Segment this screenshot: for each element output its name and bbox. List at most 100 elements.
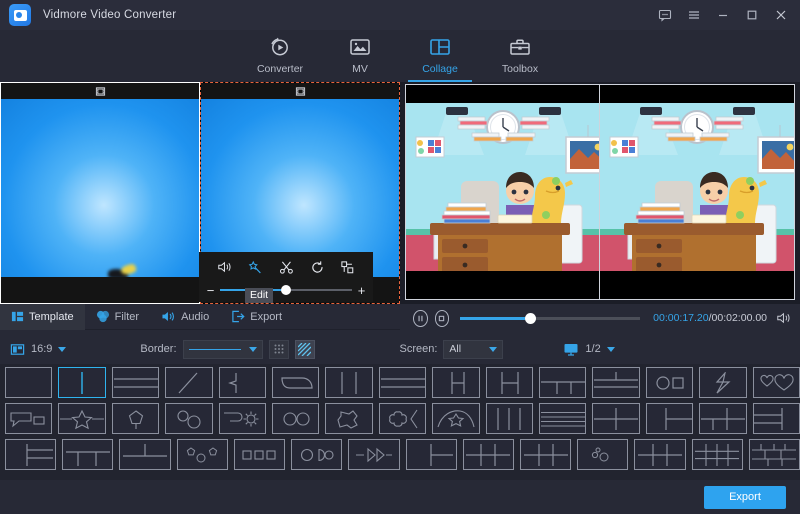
border-striped-pattern-button[interactable] bbox=[294, 339, 315, 359]
template-top-bottom-split[interactable] bbox=[539, 367, 587, 398]
template-two-top-one-bottom[interactable] bbox=[119, 439, 171, 470]
template-two-vertical[interactable] bbox=[58, 367, 106, 398]
template-single[interactable] bbox=[5, 367, 53, 398]
nav-tab-collage[interactable]: Collage bbox=[400, 30, 480, 82]
template-grid-2x3[interactable] bbox=[519, 439, 572, 470]
rotate-icon[interactable] bbox=[310, 260, 325, 275]
template-circle-square[interactable] bbox=[645, 367, 694, 398]
template-row-1 bbox=[5, 367, 800, 398]
template-quad[interactable] bbox=[592, 403, 640, 434]
template-star-band[interactable] bbox=[58, 403, 106, 434]
template-lightning[interactable] bbox=[699, 367, 747, 398]
playback-progress-slider[interactable] bbox=[460, 312, 641, 324]
template-top-bar-three[interactable] bbox=[62, 439, 114, 470]
nav-tab-toolbox[interactable]: Toolbox bbox=[480, 30, 560, 82]
page-selector[interactable]: 1/2 bbox=[563, 342, 615, 357]
zoom-slider-knob[interactable] bbox=[280, 285, 291, 295]
preview-frame[interactable] bbox=[405, 84, 795, 300]
magic-wand-icon[interactable] bbox=[248, 260, 263, 275]
template-grid bbox=[0, 364, 800, 480]
template-circle-pac-circle[interactable] bbox=[291, 439, 343, 470]
volume-icon[interactable] bbox=[217, 260, 233, 274]
template-speech-bubble[interactable] bbox=[5, 403, 53, 434]
template-arch-star[interactable] bbox=[432, 403, 480, 434]
zoom-out-button[interactable]: − bbox=[206, 284, 215, 297]
template-left-big-three-rows[interactable] bbox=[5, 439, 57, 470]
preview-scene-right bbox=[600, 85, 794, 299]
minimize-icon[interactable] bbox=[710, 3, 736, 27]
template-bubbles[interactable] bbox=[577, 439, 629, 470]
template-six-cells[interactable] bbox=[634, 439, 686, 470]
nav-tab-collage-label: Collage bbox=[422, 63, 458, 75]
template-left-big-two-right[interactable] bbox=[432, 367, 480, 398]
template-tag-sun[interactable] bbox=[218, 403, 267, 434]
nav-tab-converter[interactable]: Converter bbox=[240, 30, 320, 82]
template-center-split[interactable] bbox=[485, 367, 534, 398]
template-rounded-inset[interactable] bbox=[272, 367, 320, 398]
nav-tab-mv-label: MV bbox=[352, 63, 368, 75]
template-five-rows[interactable] bbox=[539, 403, 587, 434]
tab-filter[interactable]: Filter bbox=[85, 304, 150, 330]
cell-1-video[interactable] bbox=[1, 99, 199, 303]
template-three-mixed[interactable] bbox=[699, 403, 747, 434]
maximize-icon[interactable] bbox=[739, 3, 765, 27]
close-icon[interactable] bbox=[768, 3, 794, 27]
border-style-select[interactable] bbox=[182, 339, 263, 359]
cell-zoom-slider[interactable]: − + Edit bbox=[199, 280, 373, 303]
monitor-icon bbox=[563, 342, 579, 357]
tab-audio[interactable]: Audio bbox=[150, 304, 220, 330]
template-two-hearts[interactable] bbox=[752, 367, 800, 398]
border-chevron-down-icon[interactable] bbox=[248, 346, 257, 352]
collage-stage: − + Edit bbox=[0, 82, 800, 304]
template-three-squares[interactable] bbox=[233, 439, 286, 470]
template-mixed-grid[interactable] bbox=[748, 439, 800, 470]
template-double-circle[interactable] bbox=[272, 403, 320, 434]
cell-2-toolbar bbox=[201, 83, 399, 99]
screen-chevron-down-icon[interactable] bbox=[489, 346, 498, 352]
page-chevron-down-icon[interactable] bbox=[606, 346, 615, 352]
template-four-columns[interactable] bbox=[485, 403, 534, 434]
player-controls: 00:00:17.20/00:02:00.00 bbox=[405, 304, 800, 332]
template-three-hex[interactable] bbox=[176, 439, 228, 470]
template-puzzle[interactable] bbox=[325, 403, 373, 434]
app-title: Vidmore Video Converter bbox=[43, 9, 177, 21]
feedback-icon[interactable] bbox=[652, 3, 678, 27]
template-three-rows[interactable] bbox=[378, 367, 427, 398]
template-diagonal-split[interactable] bbox=[165, 367, 213, 398]
playback-current-time: 00:00:17.20 bbox=[653, 312, 709, 324]
tab-export[interactable]: Export bbox=[220, 304, 293, 330]
template-two-horizontal[interactable] bbox=[111, 367, 160, 398]
stop-button[interactable] bbox=[434, 309, 450, 327]
border-line-preview bbox=[188, 348, 241, 350]
menu-icon[interactable] bbox=[681, 3, 707, 27]
playback-progress-knob[interactable] bbox=[524, 312, 536, 324]
template-left-two-right-split[interactable] bbox=[645, 403, 694, 434]
template-nine-grid[interactable] bbox=[691, 439, 743, 470]
template-rows-and-column[interactable] bbox=[752, 403, 800, 434]
aspect-ratio-option[interactable]: 16:9 bbox=[10, 342, 67, 357]
preview-half-left bbox=[406, 85, 600, 299]
nav-tab-mv[interactable]: MV bbox=[320, 30, 400, 82]
template-arrow-notch[interactable] bbox=[218, 367, 267, 398]
pause-button[interactable] bbox=[413, 309, 428, 327]
screen-select[interactable]: All bbox=[443, 339, 504, 359]
template-pentagon[interactable] bbox=[111, 403, 160, 434]
border-dotted-pattern-button[interactable] bbox=[268, 339, 289, 359]
collage-cell-1[interactable] bbox=[0, 82, 200, 304]
aspect-ratio-chevron-down-icon[interactable] bbox=[58, 346, 67, 352]
zoom-slider-track[interactable] bbox=[220, 285, 352, 295]
tab-template[interactable]: Template bbox=[0, 303, 85, 330]
audio-icon bbox=[161, 310, 176, 323]
template-two-circles[interactable] bbox=[165, 403, 213, 434]
zoom-in-button[interactable]: + bbox=[357, 284, 366, 297]
template-arrows[interactable] bbox=[348, 439, 400, 470]
template-bottom-two[interactable] bbox=[592, 367, 640, 398]
template-three-columns[interactable] bbox=[325, 367, 373, 398]
player-volume-icon[interactable] bbox=[776, 311, 792, 325]
template-left-right-split[interactable] bbox=[405, 439, 457, 470]
scissors-icon[interactable] bbox=[279, 260, 294, 275]
template-six-grid[interactable] bbox=[462, 439, 514, 470]
template-flower-notch[interactable] bbox=[378, 403, 427, 434]
export-button[interactable]: Export bbox=[704, 485, 786, 509]
crop-icon[interactable] bbox=[340, 260, 355, 275]
